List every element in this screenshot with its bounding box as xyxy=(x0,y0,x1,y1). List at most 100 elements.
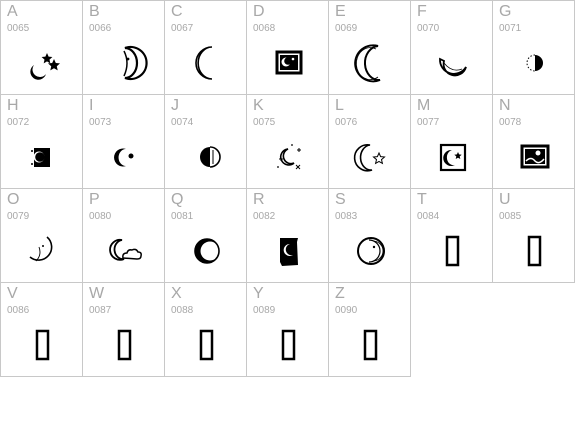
glyph-cell: L 0076 xyxy=(328,94,411,189)
glyph-code: 0066 xyxy=(89,23,112,34)
glyph-letter: H xyxy=(7,97,19,114)
glyph-code: 0084 xyxy=(417,211,440,222)
glyph-code: 0080 xyxy=(89,211,112,222)
glyph-cell: A 0065 xyxy=(0,0,83,95)
glyph-letter: C xyxy=(171,3,183,20)
missing-glyph-icon xyxy=(266,325,312,365)
framed-crescent-star-icon xyxy=(430,137,476,177)
glyph-letter: D xyxy=(253,3,265,20)
glyph-cell: X 0088 xyxy=(164,282,247,377)
glyph-cell: F 0070 xyxy=(410,0,493,95)
glyph-letter: Q xyxy=(171,191,184,208)
eclipse-moon-icon xyxy=(184,231,230,271)
glyph-letter: E xyxy=(335,3,346,20)
missing-glyph-icon xyxy=(430,231,476,271)
glyph-letter: B xyxy=(89,3,100,20)
glyph-letter: P xyxy=(89,191,100,208)
glyph-letter: U xyxy=(499,191,511,208)
glyph-code: 0068 xyxy=(253,23,276,34)
glyph-code: 0070 xyxy=(417,23,440,34)
missing-glyph-icon xyxy=(348,325,394,365)
lying-crescent-icon xyxy=(430,43,476,83)
glyph-cell: M 0077 xyxy=(410,94,493,189)
glyph-code: 0078 xyxy=(499,117,522,128)
glyph-cell: D 0068 xyxy=(246,0,329,95)
glyph-code: 0073 xyxy=(89,117,112,128)
glyph-cell: H 0072 xyxy=(0,94,83,189)
crescent-star-icon xyxy=(348,137,394,177)
glyph-code: 0067 xyxy=(171,23,194,34)
glyph-letter: S xyxy=(335,191,346,208)
glyph-letter: V xyxy=(7,285,18,302)
glyph-code: 0076 xyxy=(335,117,358,128)
glyph-code: 0077 xyxy=(417,117,440,128)
glyph-cell: T 0084 xyxy=(410,188,493,283)
moon-cloud-icon xyxy=(102,231,148,271)
glyph-cell: R 0082 xyxy=(246,188,329,283)
glyph-code: 0079 xyxy=(7,211,30,222)
glyph-letter: K xyxy=(253,97,264,114)
framed-moon-scene-icon xyxy=(512,137,558,177)
glyph-letter: J xyxy=(171,97,179,114)
moon-face-sketch-icon xyxy=(20,231,66,271)
glyph-code: 0087 xyxy=(89,305,112,316)
glyph-code: 0072 xyxy=(7,117,30,128)
glyph-letter: Y xyxy=(253,285,264,302)
glyph-cell: I 0073 xyxy=(82,94,165,189)
glyph-letter: A xyxy=(7,3,18,20)
glyph-letter: X xyxy=(171,285,182,302)
half-moon-dotted-icon xyxy=(512,43,558,83)
crescent-outline-icon xyxy=(184,43,230,83)
glyph-letter: G xyxy=(499,3,512,20)
glyph-letter: T xyxy=(417,191,427,208)
glyph-code: 0069 xyxy=(335,23,358,34)
glyph-cell: S 0083 xyxy=(328,188,411,283)
glyph-letter: M xyxy=(417,97,431,114)
glyph-code: 0071 xyxy=(499,23,522,34)
moon-two-stars-icon xyxy=(20,43,66,83)
glyph-cell: K 0075 xyxy=(246,94,329,189)
glyph-code: 0090 xyxy=(335,305,358,316)
glyph-code: 0083 xyxy=(335,211,358,222)
glyph-cell: B 0066 xyxy=(82,0,165,95)
glyph-letter: F xyxy=(417,3,427,20)
character-map-grid: A 0065 B 0066 C 0067 D 0068 E 0069 F 0070 G 0071 H 0072… xyxy=(0,0,575,421)
moon-sparkles-icon xyxy=(266,137,312,177)
half-moon-striped-icon xyxy=(184,137,230,177)
glyph-cell: N 0078 xyxy=(492,94,575,189)
glyph-cell: Y 0089 xyxy=(246,282,329,377)
glyph-cell: Z 0090 xyxy=(328,282,411,377)
framed-moon-star-icon xyxy=(266,43,312,83)
glyph-cell: J 0074 xyxy=(164,94,247,189)
moon-box-dots-icon xyxy=(20,137,66,177)
missing-glyph-icon xyxy=(184,325,230,365)
glyph-cell: G 0071 xyxy=(492,0,575,95)
moon-face-crescent-icon xyxy=(102,43,148,83)
glyph-cell: W 0087 xyxy=(82,282,165,377)
crescent-sketch-icon xyxy=(348,43,394,83)
missing-glyph-icon xyxy=(20,325,66,365)
glyph-letter: L xyxy=(335,97,344,114)
glyph-cell: O 0079 xyxy=(0,188,83,283)
glyph-cell: Q 0081 xyxy=(164,188,247,283)
glyph-code: 0086 xyxy=(7,305,30,316)
glyph-code: 0088 xyxy=(171,305,194,316)
glyph-cell: C 0067 xyxy=(164,0,247,95)
glyph-cell: U 0085 xyxy=(492,188,575,283)
glyph-cell: P 0080 xyxy=(82,188,165,283)
glyph-code: 0065 xyxy=(7,23,30,34)
glyph-code: 0074 xyxy=(171,117,194,128)
glyph-code: 0089 xyxy=(253,305,276,316)
missing-glyph-icon xyxy=(512,231,558,271)
glyph-code: 0085 xyxy=(499,211,522,222)
glyph-cell: V 0086 xyxy=(0,282,83,377)
glyph-code: 0075 xyxy=(253,117,276,128)
glyph-letter: O xyxy=(7,191,20,208)
missing-glyph-icon xyxy=(102,325,148,365)
moon-face-circle-icon xyxy=(348,231,394,271)
glyph-letter: N xyxy=(499,97,511,114)
glyph-code: 0081 xyxy=(171,211,194,222)
glyph-letter: R xyxy=(253,191,265,208)
glyph-letter: W xyxy=(89,285,105,302)
glyph-letter: Z xyxy=(335,285,345,302)
